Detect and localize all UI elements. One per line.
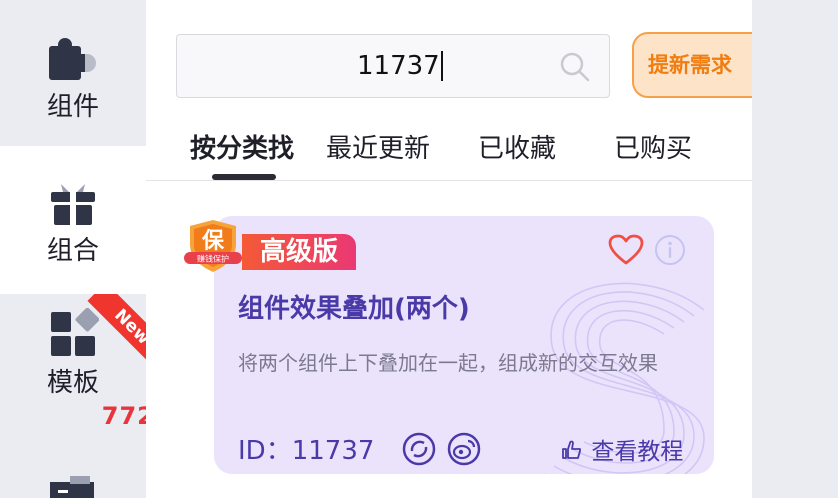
guarantee-shield-icon: 保 赚钱保护 [182,218,244,274]
sidebar-item-combo[interactable]: 组合 [0,146,146,294]
card-id: ID：11737 [238,436,375,466]
sidebar-item-templates[interactable]: 模板 77278 New [0,294,189,474]
sidebar-item-label: 组件 [46,92,99,122]
tab-recent-updates[interactable]: 最近更新 [326,128,430,165]
pointer-hand-icon [560,439,591,465]
sidebar-item-label: 模板 [46,368,99,398]
sidebar: 组件 组合 模板 77278 New [0,0,189,498]
share-icon[interactable] [402,432,436,466]
new-ribbon: New [76,294,146,364]
search-input[interactable]: 11737 [176,34,610,98]
card-description: 将两个组件上下叠加在一起，组成新的交互效果 [238,351,658,375]
submit-request-button[interactable]: 提新需求 [632,32,772,98]
search-value[interactable]: 11737 [357,51,443,81]
sidebar-item-folder[interactable] [0,474,146,498]
puzzle-icon [47,36,99,88]
sidebar-item-label: 组合 [46,236,99,266]
share-icons [402,432,487,470]
category-tabs: 按分类找 最近更新 已收藏 已购买 [146,128,752,181]
info-icon[interactable] [654,234,686,266]
tab-purchased[interactable]: 已购买 [614,128,692,165]
active-tab-indicator [212,174,276,180]
search-icon[interactable] [559,51,591,83]
right-panel-edge [752,0,838,498]
new-ribbon-label: New [87,294,146,364]
weibo-icon[interactable] [447,432,481,466]
sidebar-item-components[interactable]: 组件 [0,0,146,146]
guarantee-subtext: 赚钱保护 [197,254,229,264]
folder-icon [48,476,96,502]
guarantee-glyph: 保 [201,229,225,254]
premium-badge: 高级版 [242,234,356,270]
tab-favorites[interactable]: 已收藏 [478,128,556,165]
gift-icon [47,178,99,230]
heart-icon[interactable] [608,234,644,266]
component-card[interactable]: 高级版 组件效果叠加(两个) 将两个组件上下叠加在一起，组成新的交互效果 ID：… [214,216,714,474]
view-tutorial-link[interactable]: 查看教程 [560,432,683,466]
tab-by-category[interactable]: 按分类找 [190,128,294,165]
view-tutorial-label: 查看教程 [591,439,684,465]
card-title[interactable]: 组件效果叠加(两个) [238,288,470,325]
